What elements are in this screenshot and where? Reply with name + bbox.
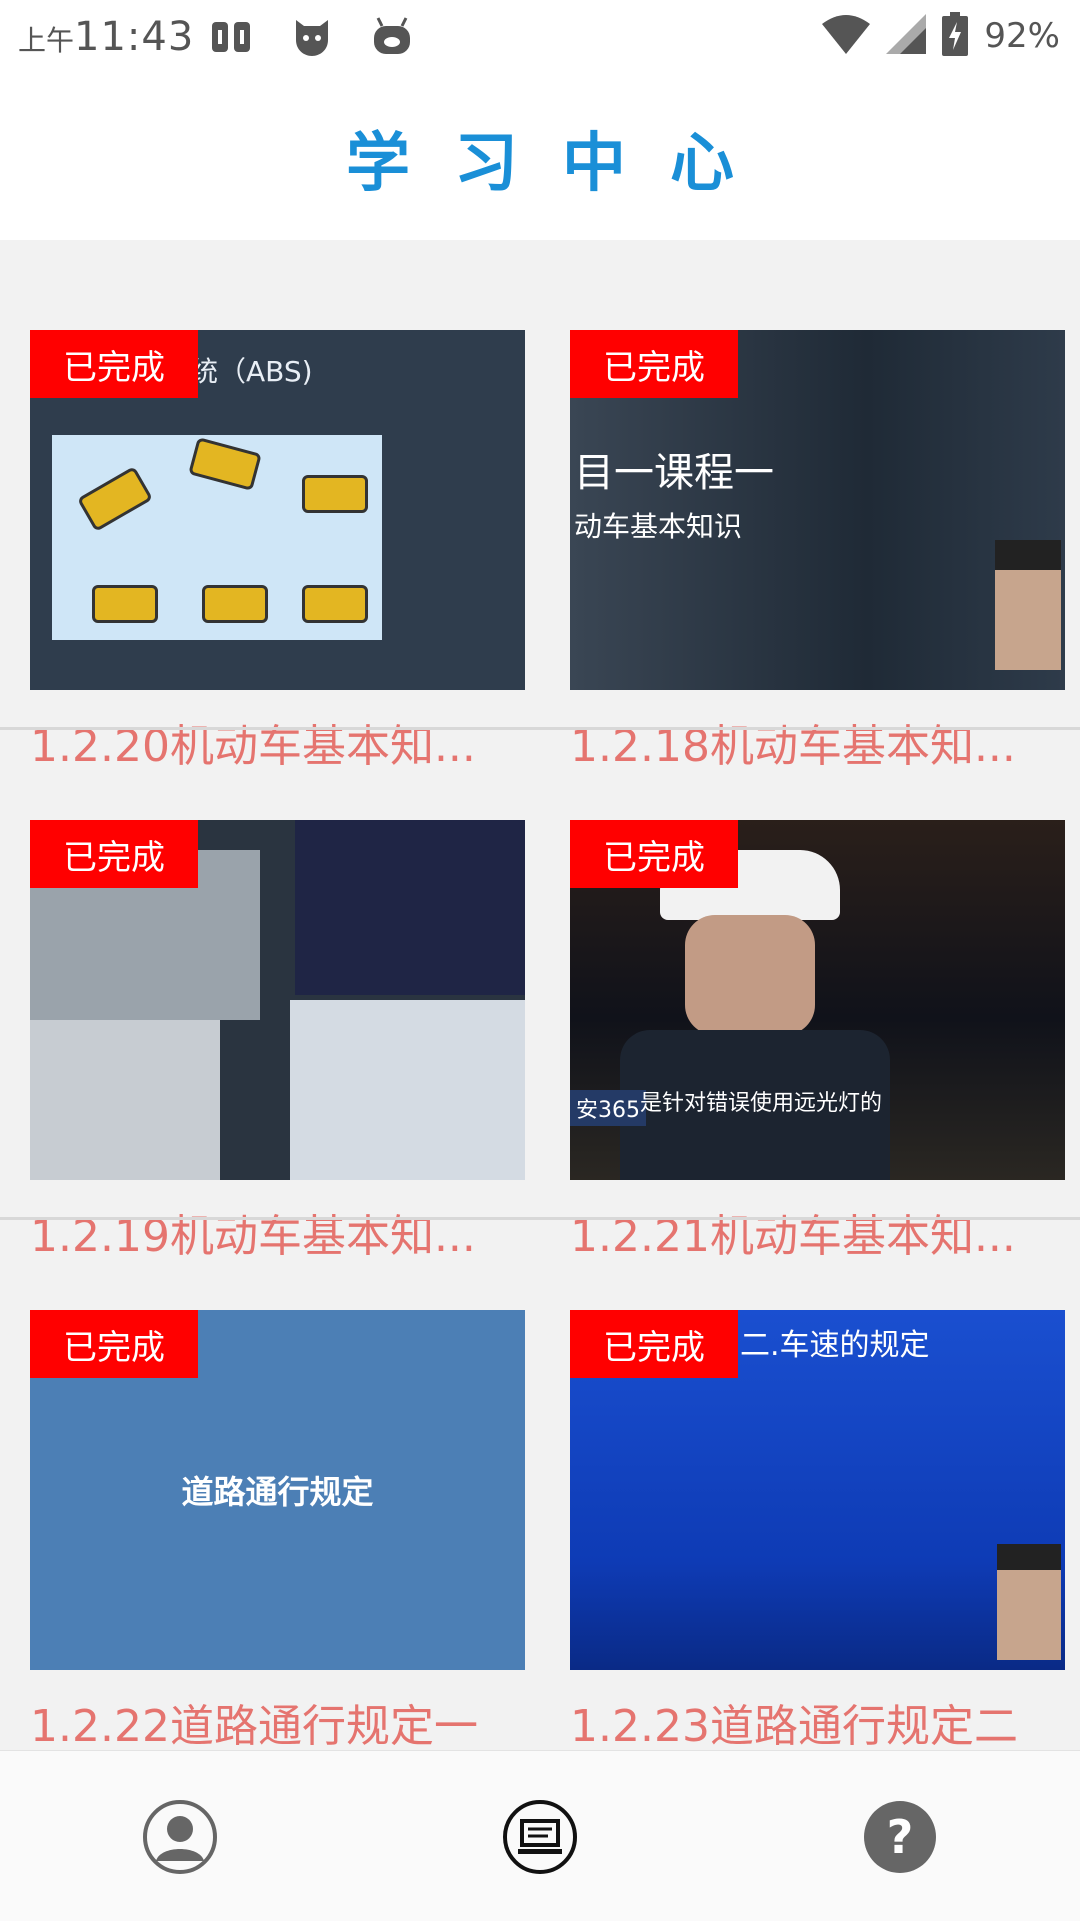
clock: 11:43 (74, 14, 195, 60)
thumbnail-text: 安365 (570, 1090, 646, 1126)
page-title: 学习中心 (346, 127, 778, 201)
presenter-image (997, 1544, 1061, 1660)
completed-badge: 已完成 (30, 330, 198, 398)
am-pm-label: 上午 (18, 24, 75, 57)
study-screen-icon[interactable] (502, 1799, 578, 1875)
profile-icon[interactable] (142, 1799, 218, 1875)
course-title: 1.2.22道路通行规定一 (30, 1701, 478, 1750)
course-row: 已完成 1.2.19机动车基本知... 安365 是针对错误使用远光灯的 已完成… (0, 730, 1080, 1260)
thumbnail-text: 目一课程一 (574, 450, 774, 496)
robot-face-icon (370, 16, 414, 58)
completed-badge: 已完成 (570, 820, 738, 888)
help-icon[interactable]: ? (862, 1799, 938, 1875)
shield-cat-icon (290, 16, 334, 58)
course-card[interactable]: 安365 是针对错误使用远光灯的 已完成 1.2.21机动车基本知... (570, 820, 1065, 1260)
status-bar: 上午11:43 92% (0, 0, 1080, 76)
thumbnail-text: 是针对错误使用远光灯的 (640, 1091, 883, 1116)
thumbnail-text: 统（ABS) (190, 355, 313, 388)
completed-badge: 已完成 (30, 820, 198, 888)
course-card[interactable]: 已完成 1.2.19机动车基本知... (30, 820, 525, 1260)
course-card[interactable]: 统（ABS) 已完成 1.2.20机动车基本知... (30, 330, 525, 770)
course-card[interactable]: 目一课程一 动车基本知识 已完成 1.2.18机动车基本知... (570, 330, 1065, 770)
signal-icon (886, 14, 927, 58)
course-row: 道路通行规定 已完成 1.2.22道路通行规定一 二.车速的规定 已完成 1.2… (0, 1220, 1080, 1750)
battery-charging-icon (942, 12, 969, 60)
thumbnail-text: 动车基本知识 (574, 510, 743, 543)
course-row: 统（ABS) 已完成 1.2.20机动车基本知... 目一课程一 动车基本知识 … (0, 240, 1080, 770)
completed-badge: 已完成 (570, 330, 738, 398)
thumbnail-text: 二.车速的规定 (740, 1328, 930, 1363)
bottom-nav: ? (0, 1750, 1080, 1921)
battery-percent: 92% (984, 16, 1060, 56)
abs-diagram (52, 435, 382, 640)
wifi-icon (822, 14, 871, 58)
status-time: 上午11:43 (18, 14, 194, 60)
course-card[interactable]: 二.车速的规定 已完成 1.2.23道路通行规定二 (570, 1310, 1065, 1750)
completed-badge: 已完成 (30, 1310, 198, 1378)
thumbnail-text: 道路通行规定 (181, 1473, 374, 1511)
header: 学习中心 (0, 76, 1080, 240)
course-grid: 统（ABS) 已完成 1.2.20机动车基本知... 目一课程一 动车基本知识 … (0, 240, 1080, 1750)
weibo-icon (210, 16, 254, 58)
svg-text:?: ? (887, 1810, 914, 1864)
completed-badge: 已完成 (570, 1310, 738, 1378)
course-card[interactable]: 道路通行规定 已完成 1.2.22道路通行规定一 (30, 1310, 525, 1750)
course-title: 1.2.23道路通行规定二 (570, 1701, 1018, 1750)
presenter-image (995, 540, 1061, 670)
